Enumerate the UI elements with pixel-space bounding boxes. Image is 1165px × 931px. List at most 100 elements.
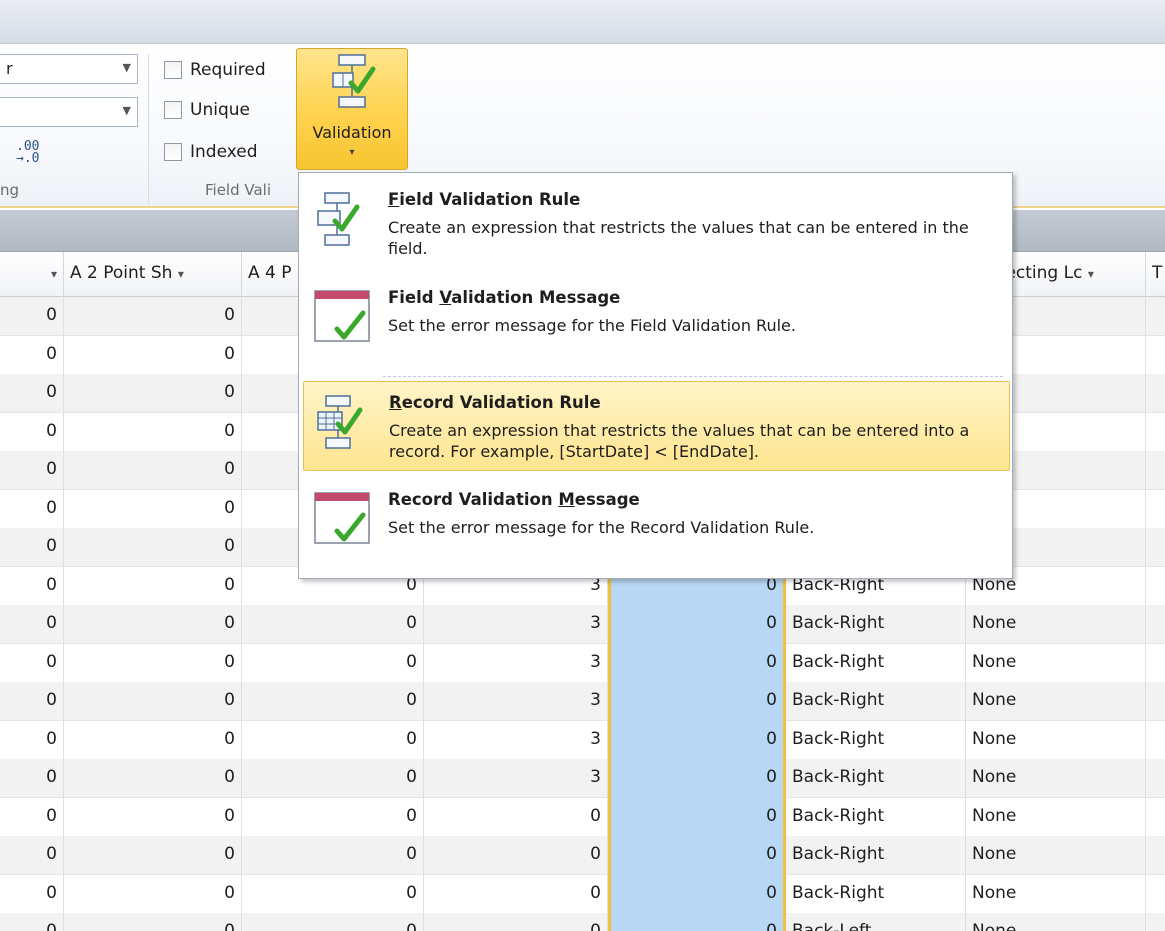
table-cell[interactable]: Back-Left [786, 913, 966, 931]
chevron-down-icon[interactable]: ▼ [123, 61, 131, 74]
table-cell[interactable]: 0 [0, 374, 64, 413]
table-row[interactable]: 0 0 0 3 0 Back-Right None [0, 759, 1165, 798]
table-cell[interactable]: 0 [424, 797, 608, 837]
table-cell[interactable]: 0 [424, 836, 608, 875]
table-cell[interactable]: 0 [0, 297, 64, 336]
table-cell[interactable]: 3 [424, 605, 608, 644]
table-cell[interactable]: 0 [64, 451, 242, 490]
table-cell[interactable]: Back-Right [786, 836, 966, 875]
decrease-decimals-icon[interactable]: .00 →.0 [16, 140, 39, 165]
table-cell[interactable]: 0 [608, 720, 786, 760]
table-cell[interactable]: 0 [64, 913, 242, 931]
table-cell[interactable]: 0 [64, 759, 242, 798]
table-cell[interactable]: None [966, 874, 1146, 914]
menu-item-record-validation-rule[interactable]: Record Validation Rule Create an express… [303, 381, 1010, 471]
table-cell[interactable]: 0 [0, 759, 64, 798]
table-cell[interactable]: 0 [0, 643, 64, 683]
table-cell[interactable]: 0 [64, 682, 242, 721]
table-cell[interactable]: 0 [64, 797, 242, 837]
table-cell[interactable]: 0 [0, 566, 64, 606]
table-cell[interactable]: None [966, 643, 1146, 683]
unique-checkbox-row[interactable]: Unique [164, 97, 250, 123]
table-cell[interactable]: 0 [608, 759, 786, 798]
table-cell[interactable]: 0 [424, 874, 608, 914]
table-row[interactable]: 0 0 0 3 0 Back-Right None [0, 682, 1165, 721]
unique-checkbox[interactable] [164, 101, 182, 119]
table-cell[interactable]: 0 [0, 335, 64, 375]
table-cell[interactable]: 0 [0, 874, 64, 914]
table-cell[interactable]: 0 [64, 643, 242, 683]
table-row[interactable]: 0 0 0 0 0 Back-Right None [0, 836, 1165, 875]
table-cell[interactable]: 0 [0, 489, 64, 529]
chevron-down-icon[interactable]: ▼ [123, 104, 131, 117]
table-cell[interactable]: 0 [0, 528, 64, 567]
table-cell[interactable]: 0 [608, 836, 786, 875]
table-cell[interactable]: 0 [64, 374, 242, 413]
table-cell[interactable]: 0 [0, 797, 64, 837]
menu-item-field-validation-rule[interactable]: Field Validation Rule Create an expressi… [303, 179, 1010, 271]
table-cell[interactable]: None [966, 797, 1146, 837]
table-cell[interactable]: 3 [424, 720, 608, 760]
table-cell[interactable]: Back-Right [786, 759, 966, 798]
table-row[interactable]: 0 0 0 3 0 Back-Right None [0, 605, 1165, 644]
table-cell[interactable]: Back-Right [786, 720, 966, 760]
table-cell[interactable]: 0 [608, 874, 786, 914]
table-cell[interactable]: 0 [242, 913, 424, 931]
validation-button[interactable]: Validation ▾ [296, 48, 408, 170]
table-cell[interactable]: 0 [242, 720, 424, 760]
table-cell[interactable]: Back-Right [786, 682, 966, 721]
table-cell[interactable]: None [966, 759, 1146, 798]
table-cell[interactable]: 0 [242, 643, 424, 683]
table-cell[interactable]: 0 [424, 913, 608, 931]
table-cell[interactable]: 0 [242, 797, 424, 837]
table-row[interactable]: 0 0 0 3 0 Back-Right None [0, 720, 1165, 760]
table-cell[interactable]: 0 [242, 682, 424, 721]
table-cell[interactable]: 0 [608, 643, 786, 683]
table-cell[interactable]: None [966, 720, 1146, 760]
indexed-checkbox[interactable] [164, 143, 182, 161]
table-cell[interactable]: 0 [64, 605, 242, 644]
table-cell[interactable]: None [966, 605, 1146, 644]
chevron-down-icon[interactable]: ▾ [51, 267, 57, 281]
table-cell[interactable]: 0 [64, 836, 242, 875]
table-cell[interactable]: 0 [64, 720, 242, 760]
table-cell[interactable]: 3 [424, 643, 608, 683]
table-cell[interactable]: 0 [608, 797, 786, 837]
table-cell[interactable]: 0 [242, 874, 424, 914]
table-row[interactable]: 0 0 0 0 0 Back-Left None [0, 913, 1165, 931]
table-cell[interactable]: 0 [242, 605, 424, 644]
table-cell[interactable]: 0 [0, 720, 64, 760]
column-header-8[interactable]: T [1146, 252, 1165, 297]
chevron-down-icon[interactable]: ▾ [297, 147, 407, 158]
column-header-1[interactable]: ▾ [0, 252, 64, 297]
data-type-combo[interactable]: ▼ [0, 97, 138, 127]
table-cell[interactable]: 0 [608, 913, 786, 931]
table-cell[interactable]: 0 [242, 836, 424, 875]
table-cell[interactable]: 0 [64, 489, 242, 529]
table-cell[interactable]: 0 [0, 451, 64, 490]
chevron-down-icon[interactable]: ▾ [178, 267, 184, 281]
table-cell[interactable]: Back-Right [786, 797, 966, 837]
table-cell[interactable]: 0 [0, 682, 64, 721]
table-cell[interactable]: None [966, 913, 1146, 931]
column-header-2[interactable]: A 2 Point Sh ▾ [64, 252, 242, 297]
table-cell[interactable]: Back-Right [786, 643, 966, 683]
table-cell[interactable]: 0 [0, 836, 64, 875]
indexed-checkbox-row[interactable]: Indexed [164, 139, 258, 165]
chevron-down-icon[interactable]: ▾ [1088, 267, 1094, 281]
menu-item-record-validation-message[interactable]: Record Validation Message Set the error … [303, 479, 1010, 569]
table-cell[interactable]: 0 [608, 682, 786, 721]
table-cell[interactable]: None [966, 836, 1146, 875]
table-cell[interactable]: 0 [0, 913, 64, 931]
table-cell[interactable]: 0 [0, 412, 64, 452]
table-cell[interactable]: Back-Right [786, 874, 966, 914]
table-cell[interactable]: 0 [64, 874, 242, 914]
table-cell[interactable]: 0 [64, 335, 242, 375]
table-cell[interactable]: 0 [0, 605, 64, 644]
table-cell[interactable]: 0 [64, 566, 242, 606]
required-checkbox-row[interactable]: Required [164, 57, 266, 83]
table-cell[interactable]: 3 [424, 759, 608, 798]
table-row[interactable]: 0 0 0 3 0 Back-Right None [0, 643, 1165, 683]
table-cell[interactable]: 0 [608, 605, 786, 644]
table-cell[interactable]: 0 [64, 528, 242, 567]
